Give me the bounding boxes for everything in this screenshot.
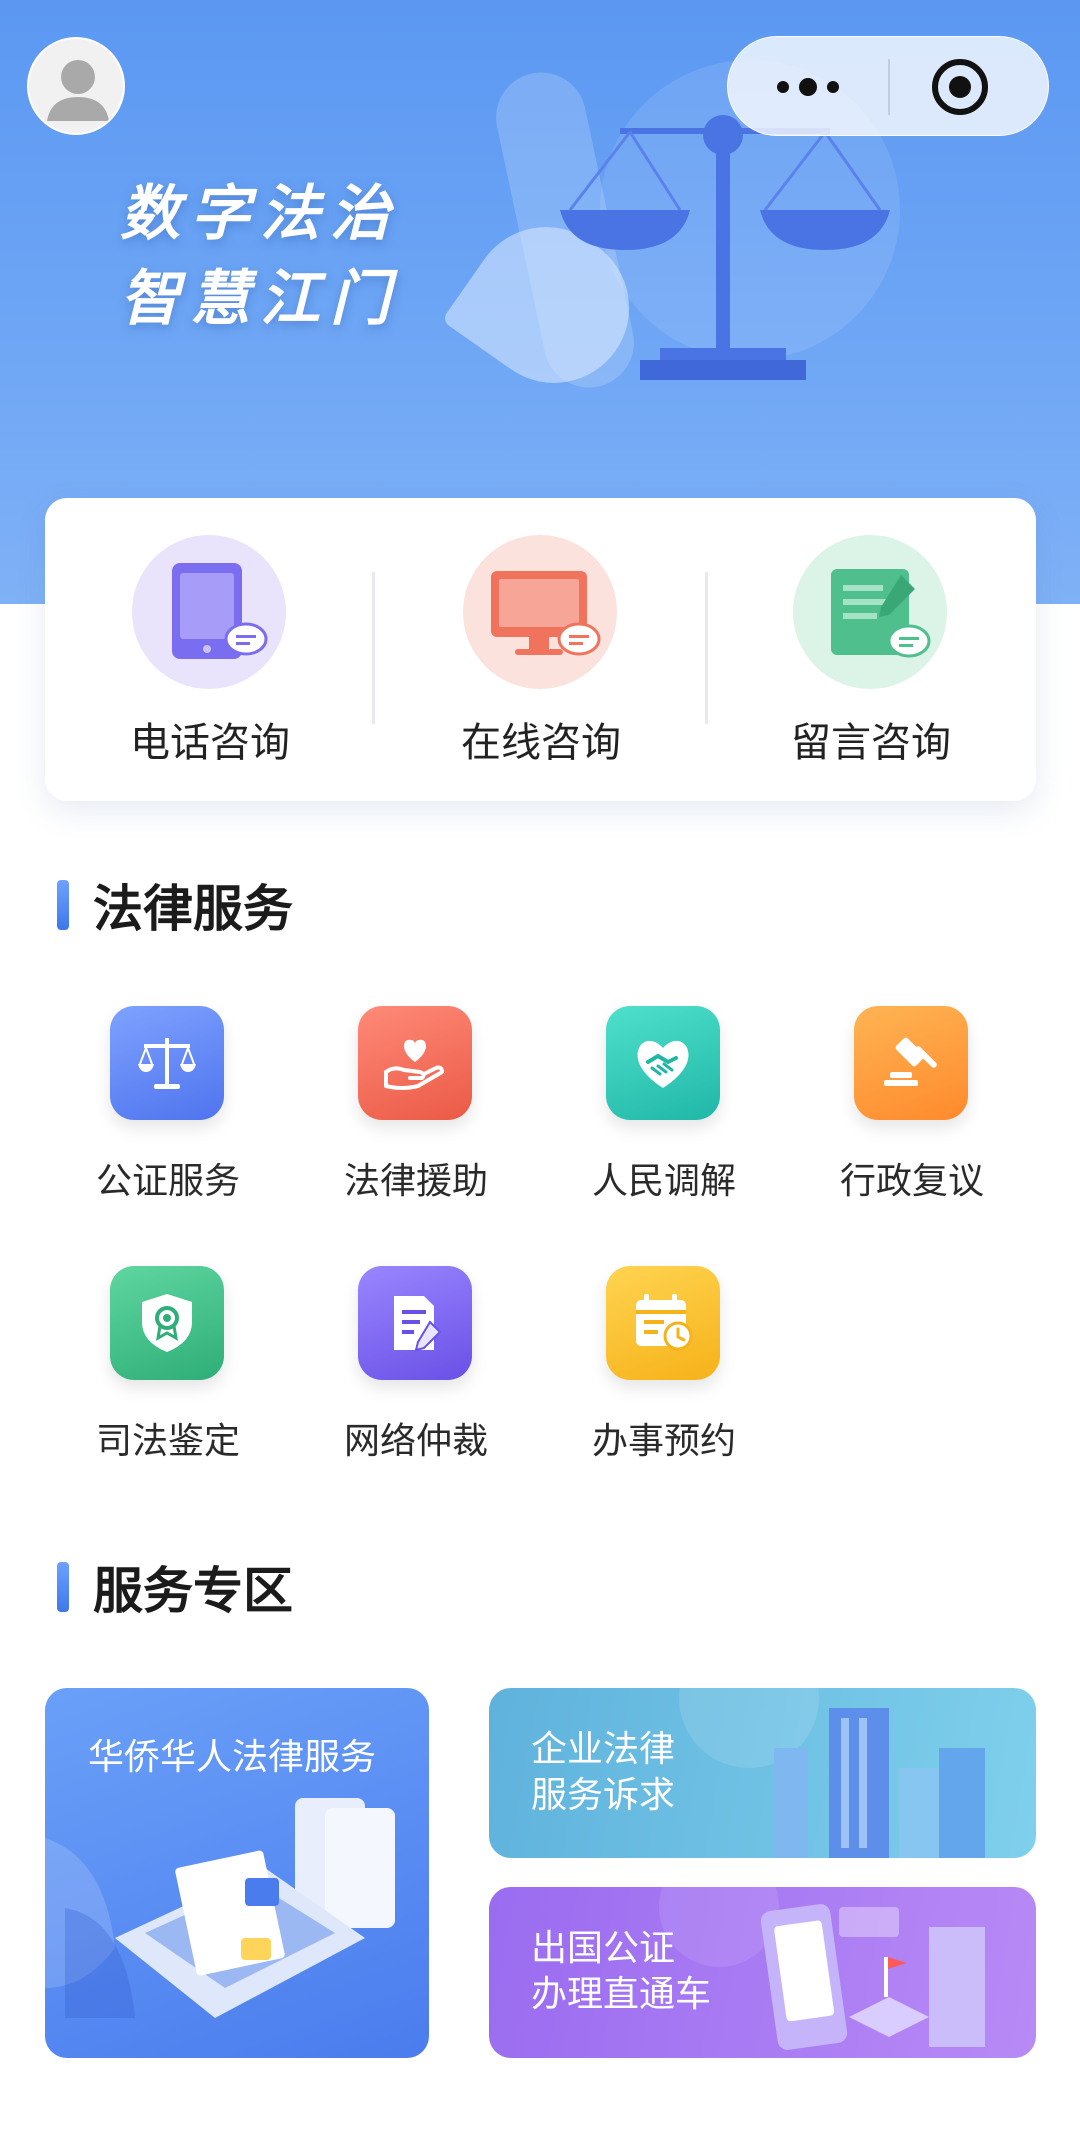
slogan-line-1: 数字法治 [120,180,400,247]
notary-service-label: 公证服务 [95,1160,240,1201]
online-consult-label: 在线咨询 [461,721,621,765]
calendar-clock-icon [606,1266,720,1380]
legal-services-heading: 法律服务 [57,875,293,937]
online-arbitration-button[interactable]: 网络仲裁 [291,1266,541,1466]
service-zone-heading: 服务专区 [57,1557,293,1619]
justice-scale-illustration [560,115,890,380]
overseas-chinese-legal-card[interactable]: 华侨华人法律服务 [45,1688,429,2058]
overseas-chinese-legal-title: 华侨华人法律服务 [88,1736,377,1777]
online-arbitration-label: 网络仲裁 [343,1420,488,1461]
overseas-notary-title-line1: 出国公证 [531,1927,676,1968]
heart-hand-icon [358,1006,472,1120]
consult-card: 电话咨询 在线咨询 留言咨询 [45,498,1036,801]
mediation-button[interactable]: 人民调解 [539,1006,789,1206]
slogan-line-2: 智慧江门 [120,265,400,332]
miniprogram-capsule [727,36,1049,136]
phone-consult-label: 电话咨询 [130,721,290,765]
handshake-icon [606,1006,720,1120]
overseas-notary-title-line2: 办理直通车 [531,1973,712,2014]
admin-review-label: 行政复议 [839,1160,984,1201]
appointment-label: 办事预约 [591,1420,736,1461]
online-consult-button[interactable]: 在线咨询 [376,498,706,801]
note-edit-icon [793,535,947,689]
user-avatar[interactable] [27,37,125,135]
legal-services-title: 法律服务 [93,881,293,937]
consult-divider [372,572,375,724]
scale-icon [110,1006,224,1120]
user-avatar-icon [47,60,109,121]
more-dots-icon[interactable] [728,37,888,137]
overseas-notary-card[interactable]: 出国公证 办理直通车 [489,1887,1036,2058]
judicial-appraisal-button[interactable]: 司法鉴定 [43,1266,293,1466]
appointment-button[interactable]: 办事预约 [539,1266,789,1466]
heading-accent-bar [57,880,69,930]
target-close-icon[interactable] [928,55,992,119]
shield-badge-icon [110,1266,224,1380]
gavel-icon [854,1006,968,1120]
legal-aid-button[interactable]: 法律援助 [291,1006,541,1206]
judicial-appraisal-label: 司法鉴定 [95,1420,240,1461]
admin-review-button[interactable]: 行政复议 [787,1006,1037,1206]
notary-service-button[interactable]: 公证服务 [43,1006,293,1206]
enterprise-legal-title-line2: 服务诉求 [531,1774,676,1815]
enterprise-legal-card[interactable]: 企业法律 服务诉求 [489,1688,1036,1858]
tablet-chat-icon [132,535,286,689]
mediation-label: 人民调解 [591,1160,736,1201]
capsule-divider [888,59,890,115]
document-edit-icon [358,1266,472,1380]
monitor-chat-icon [463,535,617,689]
service-zone-title: 服务专区 [93,1563,293,1619]
heading-accent-bar [57,1562,69,1612]
enterprise-legal-title-line1: 企业法律 [531,1728,676,1769]
message-consult-button[interactable]: 留言咨询 [706,498,1036,801]
phone-consult-button[interactable]: 电话咨询 [45,498,375,801]
legal-aid-label: 法律援助 [343,1160,488,1201]
message-consult-label: 留言咨询 [791,721,951,765]
